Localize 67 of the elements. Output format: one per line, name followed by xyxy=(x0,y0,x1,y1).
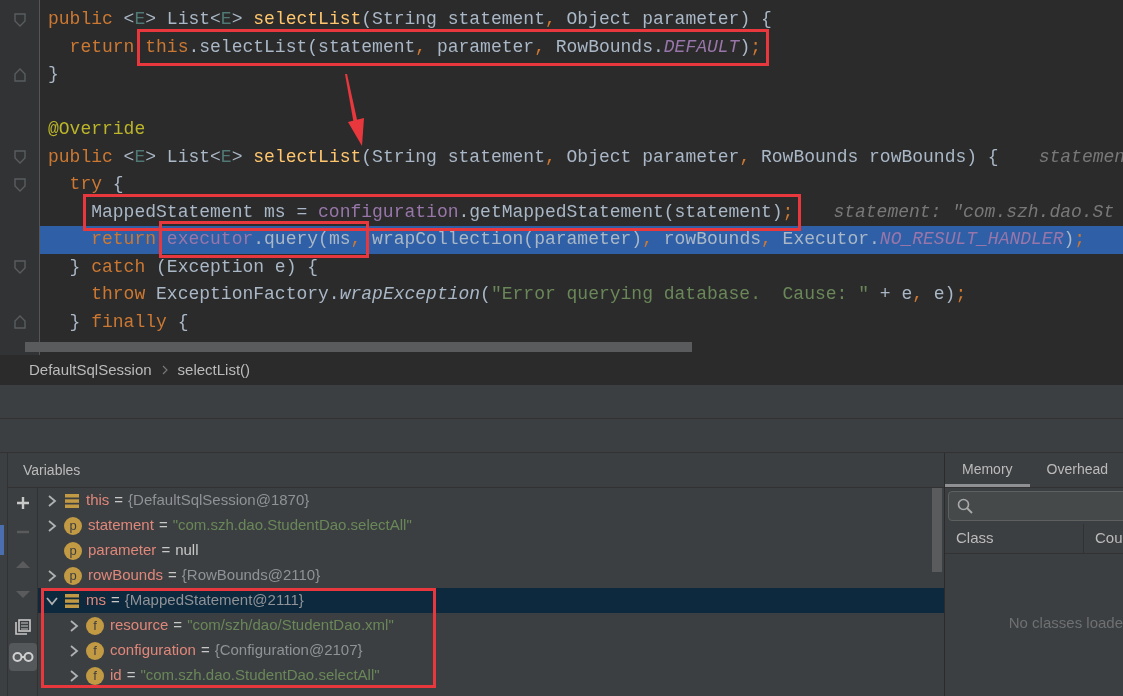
glasses-icon xyxy=(11,652,34,662)
column-header[interactable]: Class xyxy=(945,524,1084,553)
copy-icon[interactable] xyxy=(14,619,31,635)
glasses-button[interactable] xyxy=(8,643,37,671)
variable-entry: parameter = null xyxy=(88,540,199,561)
horizontal-scrollbar[interactable] xyxy=(25,342,692,352)
field-badge: f xyxy=(86,616,104,635)
chevron-icon xyxy=(161,365,168,375)
field-badge: f xyxy=(86,666,104,685)
fold-icon[interactable] xyxy=(13,315,26,330)
variable-entry: rowBounds = {RowBounds@2110} xyxy=(88,565,321,586)
code-text: } finally { xyxy=(69,310,189,334)
tab[interactable]: Overhead xyxy=(1029,454,1123,487)
variable-entry: statement = "com.szh.dao.StudentDao.selectAll" xyxy=(88,515,412,536)
chevron-icon[interactable] xyxy=(46,569,58,582)
variable-entry: id = "com.szh.dao.StudentDao.selectAll" xyxy=(110,665,380,686)
search-field[interactable] xyxy=(948,491,1123,521)
code-text: public <E> List<E> selectList(String statement, Object parameter, RowBounds rowBounds) { xyxy=(48,145,999,169)
chevron-icon[interactable] xyxy=(68,669,80,682)
code-text: return xyxy=(91,228,158,252)
tree-row[interactable]: f resource = "com/szh/dao/StudentDao.xml" xyxy=(38,613,944,638)
parameter-badge: p xyxy=(64,566,82,585)
column-header[interactable]: Cou xyxy=(1084,524,1123,553)
tree-row[interactable]: p rowBounds = {RowBounds@2110} xyxy=(38,563,944,588)
code-text: MappedStatement ms = configuration.getMappedStatement(statement); xyxy=(91,200,794,224)
tree-row[interactable]: ms = {MappedStatement@2111} xyxy=(38,588,944,613)
breadcrumb[interactable]: DefaultSqlSession xyxy=(29,358,152,382)
chevron-icon[interactable] xyxy=(46,519,58,532)
parameter-badge: p xyxy=(64,516,82,535)
code-text: } catch (Exception e) { xyxy=(69,255,319,279)
variable-entry: configuration = {Configuration@2107} xyxy=(110,640,363,661)
code-text: return xyxy=(69,35,136,59)
breadcrumb[interactable]: selectList() xyxy=(177,358,251,382)
search-icon xyxy=(957,498,973,514)
tree-row[interactable]: p parameter = null xyxy=(38,538,944,563)
code-text: this.selectList(statement, parameter, RowBounds.DEFAULT); xyxy=(145,35,762,59)
parameter-badge: p xyxy=(64,541,82,560)
chevron-icon[interactable] xyxy=(68,644,80,657)
tree-row[interactable]: f id = "com.szh.dao.StudentDao.selectAll" xyxy=(38,663,944,688)
fold-icon[interactable] xyxy=(13,67,26,82)
add-icon[interactable] xyxy=(15,496,30,510)
tree-row[interactable]: f configuration = {Configuration@2107} xyxy=(38,638,944,663)
fold-icon[interactable] xyxy=(13,150,26,165)
chevron-icon[interactable] xyxy=(68,619,80,632)
field-badge: f xyxy=(86,641,104,660)
variable-entry: resource = "com/szh/dao/StudentDao.xml" xyxy=(110,615,394,636)
fold-icon[interactable] xyxy=(13,12,26,27)
tree-row[interactable]: p statement = "com.szh.dao.StudentDao.selectAll" xyxy=(38,513,944,538)
tree-row[interactable]: this = {DefaultSqlSession@1870} xyxy=(38,488,944,513)
code-text: throw ExceptionFactory.wrapException("Error querying database. Cause: " + e, e); xyxy=(91,283,967,307)
tab[interactable]: Memory xyxy=(945,454,1030,487)
vertical-scrollbar[interactable] xyxy=(932,488,942,572)
down-icon[interactable] xyxy=(15,591,30,599)
panel-title: Variables xyxy=(23,460,81,480)
code-text: @Override xyxy=(48,118,146,142)
code-text: public <E> List<E> selectList(String statement, Object parameter) { xyxy=(48,8,772,32)
code-text: try { xyxy=(69,173,124,197)
fold-icon[interactable] xyxy=(13,260,26,275)
up-icon[interactable] xyxy=(15,560,30,568)
code-text: } xyxy=(48,63,59,87)
inline-hint: statement: "com.szh.dao.St xyxy=(833,200,1115,224)
code-text: executor.query(ms, xyxy=(166,228,362,252)
variable-entry: this = {DefaultSqlSession@1870} xyxy=(86,490,310,511)
variable-entry: ms = {MappedStatement@2111} xyxy=(86,590,304,611)
code-text: wrapCollection(parameter), rowBounds, Executor.NO_RESULT_HANDLER); xyxy=(372,228,1086,252)
chevron-icon[interactable] xyxy=(46,494,58,507)
fold-icon[interactable] xyxy=(13,177,26,192)
